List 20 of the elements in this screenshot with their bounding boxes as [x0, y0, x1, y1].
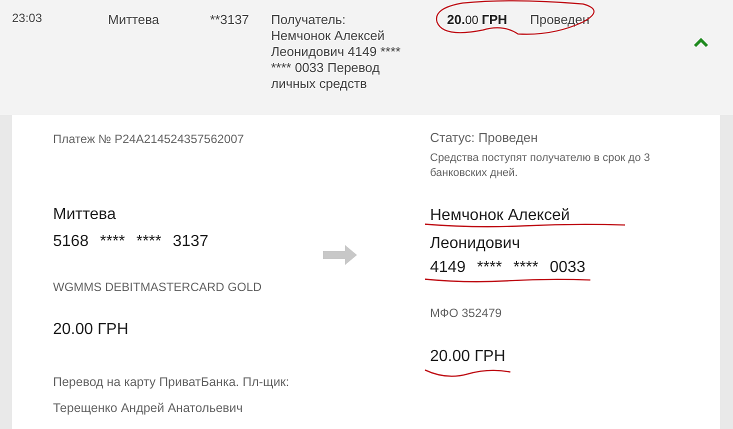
card-type: WGMMS DEBITMASTERCARD GOLD: [53, 279, 262, 295]
amount-text: 20.00 ГРН: [430, 348, 506, 366]
sender-name: Миттева: [53, 206, 116, 224]
recipient-name: Немчонок Алексей Леонидович: [430, 202, 620, 258]
card-number: **3137: [210, 12, 250, 29]
chevron-up-icon[interactable]: [693, 37, 709, 48]
amount-text: 20.00 ГРН: [53, 321, 128, 339]
payment-number: Платеж № P24A214524357562007: [53, 131, 244, 147]
status-text: Статус: Проведен: [430, 130, 538, 146]
card-number: 4149 **** **** 0033: [430, 259, 586, 277]
status-text: Проведен: [530, 12, 590, 29]
mfo-code: МФО 352479: [430, 305, 502, 321]
card-number: 5168 **** **** 3137: [53, 233, 208, 251]
arrow-right-icon: [323, 245, 357, 265]
transfer-details: Получатель: Немчонок Алексей Леонидович 4149 **** **** 0033 Перевод личных средств: [271, 12, 402, 92]
sender-name: Миттева: [108, 12, 160, 29]
status-note: Средства поступят получателю в срок до 3 банковских дней.: [430, 151, 651, 181]
payment-note: Перевод на карту ПриватБанка. Пл-щик: Терещенко Андрей Анатольевич: [53, 374, 290, 417]
time-text: 23:03: [12, 10, 44, 27]
amount-text: 20.00 ГРН: [447, 12, 508, 29]
